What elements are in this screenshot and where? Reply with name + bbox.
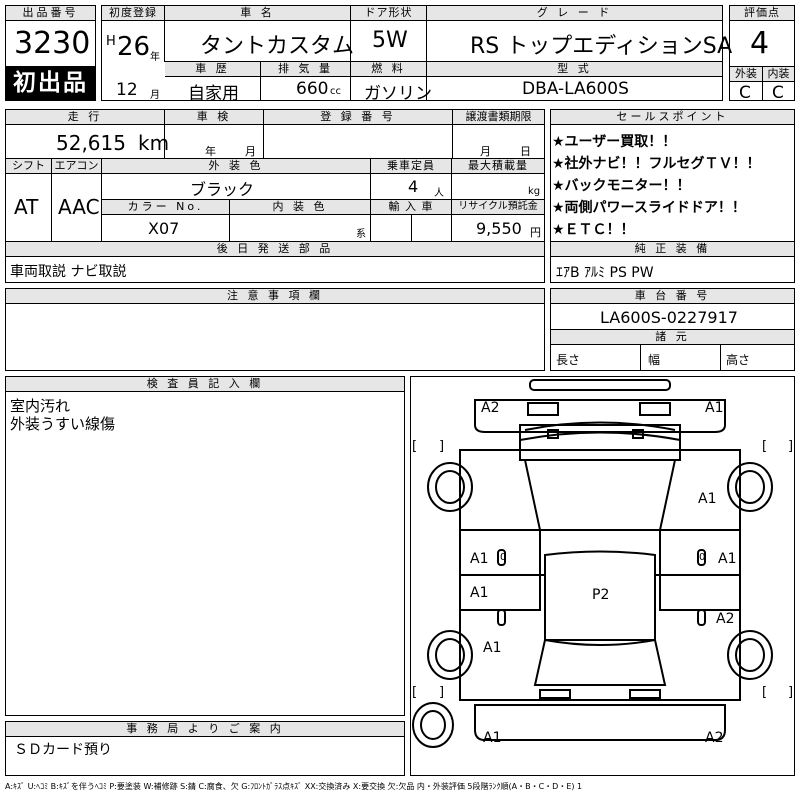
mark-front-right: A1 xyxy=(705,400,724,416)
front-panel-outline xyxy=(474,399,726,433)
windshield xyxy=(523,459,677,531)
rear-window xyxy=(533,639,667,686)
front-plate-right xyxy=(639,402,671,416)
mark-door-rear-left: A1 xyxy=(470,585,489,601)
mark-door-rear-right: A2 xyxy=(716,611,735,627)
mark-front-left: A2 xyxy=(481,400,500,416)
zero-right: 0 xyxy=(699,552,706,563)
rear-panel-outline xyxy=(474,704,726,741)
bracket-rr-open: [ xyxy=(762,685,768,700)
bracket-rl-close: ] xyxy=(439,685,445,700)
mark-front-fender-right: A1 xyxy=(698,491,717,507)
bracket-rr-close: ] xyxy=(788,685,794,700)
bracket-fl-close: ] xyxy=(439,439,445,454)
spare-tire xyxy=(412,702,454,748)
mark-rear-fender-left: A1 xyxy=(483,640,502,656)
bracket-rl-open: [ xyxy=(412,685,418,700)
mark-door-front-right: A1 xyxy=(718,551,737,567)
rear-plate-left xyxy=(539,689,571,699)
mark-roof: P2 xyxy=(592,587,610,603)
hood-line xyxy=(524,421,676,431)
front-plate-left xyxy=(527,402,559,416)
bracket-fr-close: ] xyxy=(788,439,794,454)
mark-door-front-left: A1 xyxy=(470,551,489,567)
rear-plate-right xyxy=(629,689,661,699)
right-front-door xyxy=(659,529,740,611)
front-bumper-outline xyxy=(529,379,671,391)
mark-rear-right: A2 xyxy=(705,730,724,746)
zero-left: 0 xyxy=(500,552,507,563)
grille-outline xyxy=(519,424,681,451)
car-diagram xyxy=(412,379,773,748)
bracket-fl-open: [ xyxy=(412,439,418,454)
legend-footer: A:ｷｽﾞ U:ﾍｺﾐ B:ｷｽﾞを伴うﾍｺﾐ P:要塗装 W:補修跡 S:錆 … xyxy=(5,782,583,791)
bracket-fr-open: [ xyxy=(762,439,768,454)
mark-rear-left: A1 xyxy=(483,730,502,746)
windshield-top xyxy=(519,431,681,461)
